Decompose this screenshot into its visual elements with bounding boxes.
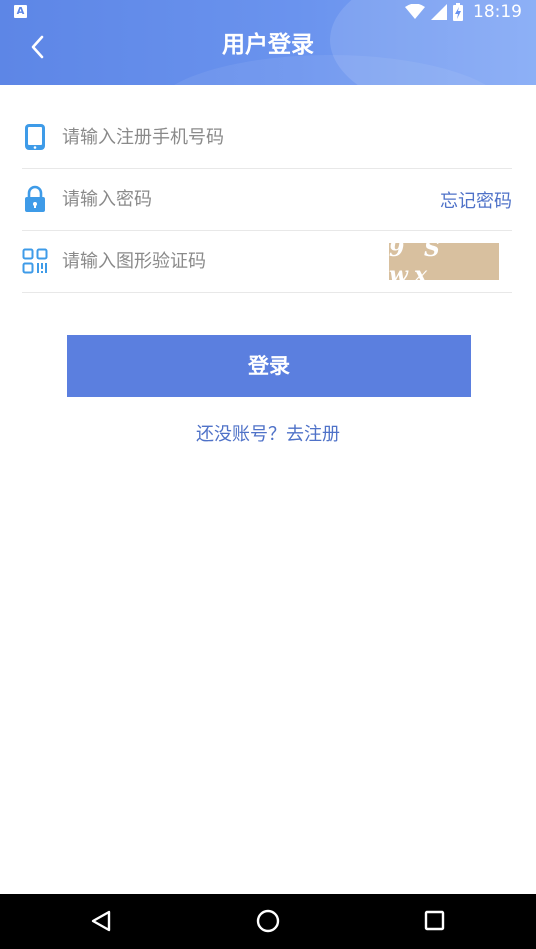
lock-icon	[25, 185, 45, 212]
page-title: 用户登录	[222, 32, 314, 58]
system-nav-bar	[0, 894, 536, 949]
captcha-input[interactable]	[62, 245, 287, 277]
battery-icon	[453, 3, 463, 21]
phone-icon	[25, 124, 45, 150]
signal-icon	[431, 4, 447, 20]
password-row: 忘记密码	[22, 169, 512, 231]
captcha-image[interactable]: 9 S wx	[389, 236, 499, 288]
status-icons: 18:19	[405, 2, 522, 22]
forgot-password-link[interactable]: 忘记密码	[440, 187, 512, 213]
home-circle-icon[interactable]	[253, 906, 283, 936]
qr-code-icon	[22, 248, 48, 274]
password-input[interactable]	[62, 183, 287, 215]
back-triangle-icon[interactable]	[87, 906, 117, 936]
wifi-icon	[405, 4, 425, 19]
recents-square-icon[interactable]	[420, 906, 450, 936]
clock: 18:19	[473, 2, 522, 22]
captcha-text: 9 S wx	[389, 235, 446, 288]
login-form: 忘记密码 9 S wx	[22, 107, 512, 293]
notification-icon: A	[14, 5, 27, 18]
phone-row	[22, 107, 512, 169]
app-header: A 18:19 用户登录	[0, 0, 536, 85]
status-bar: A 18:19	[0, 0, 536, 24]
login-button[interactable]: 登录	[67, 335, 471, 397]
register-link[interactable]: 还没账号？去注册	[0, 420, 536, 446]
phone-input[interactable]	[62, 121, 287, 153]
captcha-row: 9 S wx	[22, 231, 512, 293]
